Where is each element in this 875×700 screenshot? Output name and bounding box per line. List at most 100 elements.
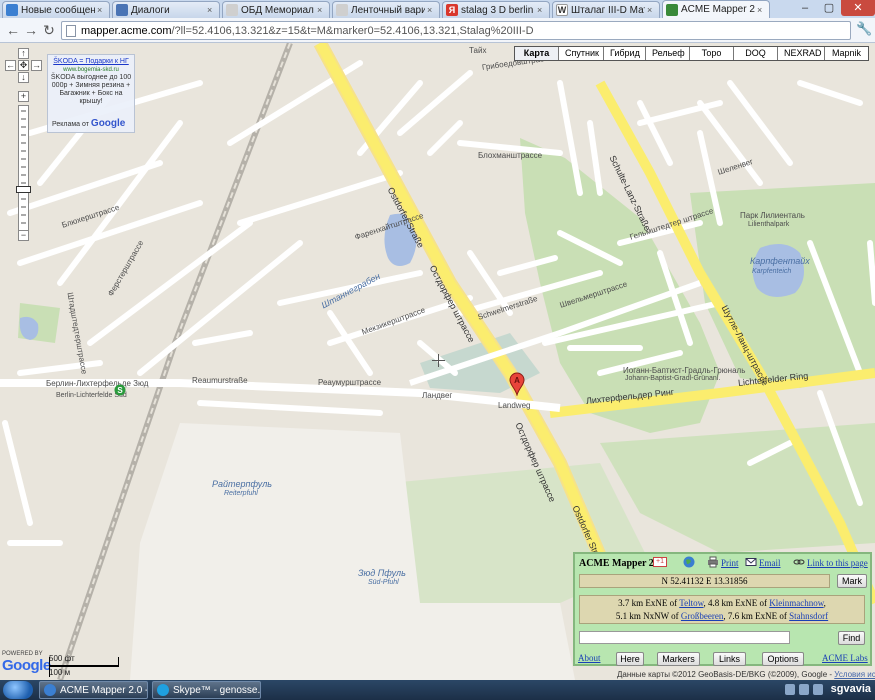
station-label: Берлин-Лихтерфельде Зюд xyxy=(46,379,149,388)
find-button[interactable]: Find xyxy=(838,631,865,645)
park-label: Johann-Baptist-Gradl-Grünanl. xyxy=(625,375,721,382)
tab-close-icon[interactable]: × xyxy=(97,5,106,15)
tab-label: stalag 3 D berlin — xyxy=(461,4,535,16)
zoom-slider-track[interactable] xyxy=(18,105,29,233)
maximize-button[interactable]: ▢ xyxy=(817,0,841,16)
network-icon[interactable] xyxy=(785,684,795,695)
acme-labs-link[interactable]: ACME Labs xyxy=(822,653,868,663)
tab-close-icon[interactable]: × xyxy=(537,5,546,15)
markers-button[interactable]: Markers xyxy=(657,652,700,666)
google-logo[interactable]: Google xyxy=(2,657,51,674)
map-type-doq[interactable]: DOQ xyxy=(734,47,778,60)
map-canvas[interactable]: Ostdorfer Straße Остдорфер штрассе Остдо… xyxy=(0,43,875,680)
zoom-slider-thumb[interactable] xyxy=(16,186,31,193)
page-icon xyxy=(336,4,348,16)
map-type-mapnik[interactable]: Mapnik xyxy=(825,47,868,60)
printer-icon[interactable] xyxy=(707,556,719,568)
map-type-satellite[interactable]: Спутник xyxy=(559,47,604,60)
acme-title: ACME Mapper 2.0 xyxy=(579,558,662,569)
page-icon xyxy=(66,24,76,37)
reload-button[interactable]: ↻ xyxy=(40,22,58,39)
email-link[interactable]: Email xyxy=(759,558,781,568)
map-type-terrain[interactable]: Рельеф xyxy=(646,47,690,60)
print-link[interactable]: Print xyxy=(721,558,739,568)
forward-button[interactable]: → xyxy=(22,22,40,39)
map-marker-pin-icon[interactable]: A xyxy=(509,372,525,396)
nearby-text: 5.1 km NxNW of xyxy=(615,611,681,621)
volume-icon[interactable] xyxy=(799,684,809,695)
tab-close-icon[interactable]: × xyxy=(207,5,216,15)
browser-toolbar: ← → ↻ mapper.acme.com/?ll=52.4106,13.321… xyxy=(0,18,875,43)
tab-new-messages[interactable]: Новые сообщения × xyxy=(2,1,110,18)
map-type-nexrad[interactable]: NEXRAD xyxy=(778,47,825,60)
options-button[interactable]: Options xyxy=(762,652,804,666)
here-button[interactable]: Here xyxy=(616,652,644,666)
teltow-link[interactable]: Teltow xyxy=(679,598,703,608)
tab-ribbon-variant[interactable]: Ленточный вариант × xyxy=(332,1,440,18)
page-icon xyxy=(116,4,128,16)
taskbar-item-skype[interactable]: Skype™ - genosse. xyxy=(152,681,261,699)
tab-strip: Новые сообщения × Диалоги × ОБД Мемориал… xyxy=(0,0,875,18)
map-type-bar: Карта Спутник Гибрид Рельеф Торо DOQ NEX… xyxy=(514,46,869,61)
map-type-topo[interactable]: Торо xyxy=(690,47,734,60)
start-button[interactable] xyxy=(3,681,33,699)
pan-left-button[interactable]: ← xyxy=(5,60,16,71)
zoom-in-button[interactable]: + xyxy=(18,91,29,102)
tab-close-icon[interactable]: × xyxy=(427,5,436,15)
minimize-button[interactable]: – xyxy=(793,0,817,16)
ad-url: www.bogemia-skd.ru xyxy=(63,67,119,73)
tab-acme-mapper[interactable]: ACME Mapper 2.0 × xyxy=(662,0,770,18)
nearby-places: 3.7 km ExNE of Teltow, 4.8 km ExNE of Kl… xyxy=(579,595,865,624)
map-type-map[interactable]: Карта xyxy=(515,47,559,60)
email-icon[interactable] xyxy=(745,556,757,568)
ad-title-link[interactable]: ŠKODA = Подарки к НГ xyxy=(50,58,132,66)
water-label: Карпфентайх xyxy=(750,256,810,266)
link-to-page-link[interactable]: Link to this page xyxy=(807,558,868,568)
links-button[interactable]: Links xyxy=(713,652,746,666)
address-bar[interactable]: mapper.acme.com/?ll=52.4106,13.321&z=15&… xyxy=(61,21,851,40)
tab-stalag-search[interactable]: Я stalag 3 D berlin — × xyxy=(442,1,550,18)
water-label: Karpfenteich xyxy=(752,268,792,275)
grossbeeren-link[interactable]: Großbeeren xyxy=(681,611,723,621)
tab-label: Шталаг III-D Материал xyxy=(571,4,645,16)
terms-of-use-link[interactable]: Условия использования xyxy=(834,670,875,679)
address-path: /?ll=52.4106,13.321&z=15&t=M&marker0=52.… xyxy=(171,24,534,37)
clock[interactable]: sgvavia xyxy=(831,683,871,695)
tab-dialogs[interactable]: Диалоги × xyxy=(112,1,220,18)
water-label: Süd-Pfuhl xyxy=(368,579,399,586)
back-button[interactable]: ← xyxy=(4,22,22,39)
mark-button[interactable]: Mark xyxy=(837,574,867,588)
tab-close-icon[interactable]: × xyxy=(757,5,766,15)
chrome-icon xyxy=(6,4,18,16)
pan-down-button[interactable]: ↓ xyxy=(18,72,29,83)
map-type-hybrid[interactable]: Гибрид xyxy=(604,47,646,60)
street-label: Блохманштрассе xyxy=(478,151,543,160)
crosshair-icon xyxy=(432,354,445,367)
ad-footer: Реклама от Google xyxy=(52,119,125,129)
zoom-out-button[interactable]: − xyxy=(18,230,29,241)
tab-close-icon[interactable]: × xyxy=(647,5,656,15)
google-plus-one-button[interactable]: +1 xyxy=(653,557,667,567)
language-icon[interactable] xyxy=(813,684,823,695)
taskbar-item-acme[interactable]: ACME Mapper 2.0 - ... xyxy=(39,681,148,699)
stahnsdorf-link[interactable]: Stahnsdorf xyxy=(789,611,828,621)
close-window-button[interactable]: ✕ xyxy=(841,0,875,16)
tab-obd-memorial[interactable]: ОБД Мемориал × xyxy=(222,1,330,18)
globe-icon[interactable] xyxy=(683,556,695,568)
window-controls: – ▢ ✕ xyxy=(793,0,875,18)
chain-link-icon[interactable] xyxy=(793,556,805,568)
pan-center-button[interactable]: ✥ xyxy=(18,60,29,71)
about-link[interactable]: About xyxy=(578,653,601,663)
tab-close-icon[interactable]: × xyxy=(317,5,326,15)
pan-up-button[interactable]: ↑ xyxy=(18,48,29,59)
google-ad-box[interactable]: ŠKODA = Подарки к НГ www.bogemia-skd.ru … xyxy=(47,54,135,133)
kleinmachnow-link[interactable]: Kleinmachnow xyxy=(769,598,823,608)
pan-right-button[interactable]: → xyxy=(31,60,42,71)
find-input[interactable] xyxy=(579,631,790,644)
tab-label: Ленточный вариант xyxy=(351,4,425,16)
page-icon xyxy=(226,4,238,16)
map-attribution: Данные карты ©2012 GeoBasis-DE/BKG (©200… xyxy=(617,670,875,679)
tab-wikipedia[interactable]: W Шталаг III-D Материал × xyxy=(552,1,660,18)
tab-label: Диалоги xyxy=(131,4,170,16)
wrench-icon[interactable]: 🔧 xyxy=(856,21,873,40)
